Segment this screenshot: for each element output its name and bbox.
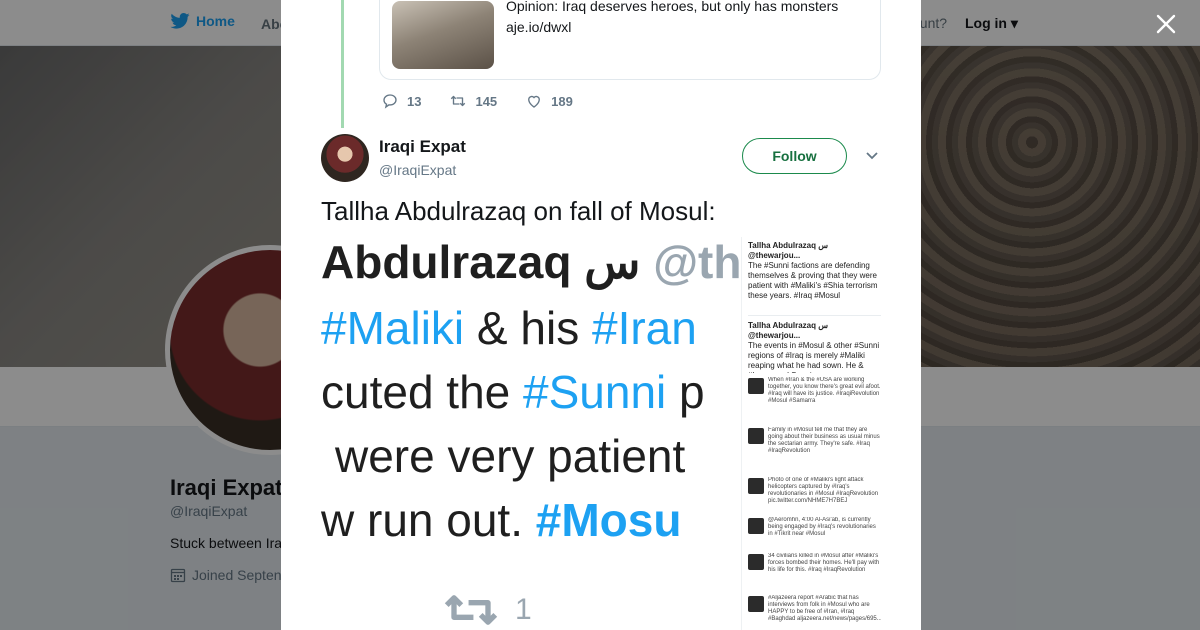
zoomed-retweet: 1 xyxy=(441,593,532,627)
small-tweet-avatar xyxy=(748,378,764,394)
tweet-image[interactable]: Abdulrazaq س @th #Maliki & his #Iran cut… xyxy=(321,237,881,630)
zoomed-line-2-tag: #Maliki xyxy=(321,302,465,354)
side-tweet-1-header: Tallha Abdulrazaq س @thewarjou... xyxy=(748,241,828,260)
follow-button[interactable]: Follow xyxy=(742,138,847,174)
zoomed-line-3: cuted the #Sunni p xyxy=(321,365,705,419)
zoomed-line-3-text: cuted the xyxy=(321,366,524,418)
side-tweet-2: Tallha Abdulrazaq س @thewarjou... The ev… xyxy=(748,321,881,373)
heart-icon xyxy=(528,95,541,108)
small-tweet-avatar xyxy=(748,554,764,570)
zoomed-line-2-text: & his xyxy=(464,302,592,354)
small-tweet-3: Photo of one of #Maliki's light attack h… xyxy=(748,477,881,517)
zoomed-line-5: w run out. #Mosu xyxy=(321,493,681,547)
small-tweet-5: 34 civilians killed in #Mosul after #Mal… xyxy=(748,553,881,589)
retweet-icon xyxy=(451,95,466,107)
zoomed-line-2: #Maliki & his #Iran xyxy=(321,301,697,355)
author-name[interactable]: Iraqi Expat xyxy=(379,136,466,158)
small-tweet-6-text: #Aljazeera report #Arabic that has inter… xyxy=(768,595,881,622)
side-tweet-2-body: The events in #Mosul & other #Sunni regi… xyxy=(748,341,880,373)
zoomed-retweet-icon xyxy=(444,595,498,625)
small-tweet-avatar xyxy=(748,428,764,444)
zoomed-retweet-count: 1 xyxy=(515,593,532,626)
retweet-count: 145 xyxy=(475,93,498,109)
zoomed-line-1: Abdulrazaq س @th xyxy=(321,237,741,289)
small-tweet-2: Family in #Mosul tell me that they are g… xyxy=(748,427,881,467)
link-preview-card[interactable]: Opinion: Iraq deserves heroes, but only … xyxy=(379,0,881,80)
link-preview-title: Opinion: Iraq deserves heroes, but only … xyxy=(506,0,839,14)
divider xyxy=(748,315,881,316)
thread-connector-line xyxy=(341,0,344,128)
like-count: 189 xyxy=(551,93,573,109)
zoomed-line-4: were very patient xyxy=(335,429,685,483)
zoomed-line-1-text: Abdulrazaq س xyxy=(321,237,654,288)
zoomed-line-4-text: were very patient xyxy=(335,430,686,482)
previous-tweet-actions: 13 145 189 xyxy=(381,92,601,110)
small-tweet-1-text: When #Iran & the #USA are working togeth… xyxy=(768,377,881,404)
small-tweet-4: @Aeromhn, 4:00 Al-Asi'ab, is currently b… xyxy=(748,517,881,545)
zoomed-line-5-text: w run out. xyxy=(321,494,536,546)
chevron-down-icon[interactable] xyxy=(865,150,879,162)
reply-button[interactable]: 13 xyxy=(381,92,421,110)
zoomed-line-5-tag: #Mosu xyxy=(535,494,682,546)
tweet-author[interactable]: Iraqi Expat @IraqiExpat xyxy=(321,134,466,182)
reply-count: 13 xyxy=(407,93,422,109)
tweet-screenshot-column: Tallha Abdulrazaq س @thewarjou... The #S… xyxy=(741,237,881,630)
author-handle[interactable]: @IraqiExpat xyxy=(379,160,466,180)
zoomed-tweet-screenshot: Abdulrazaq س @th #Maliki & his #Iran cut… xyxy=(321,237,741,630)
small-tweet-5-text: 34 civilians killed in #Mosul after #Mal… xyxy=(768,553,880,573)
small-tweet-6: #Aljazeera report #Arabic that has inter… xyxy=(748,595,881,630)
reply-icon xyxy=(383,94,397,109)
like-button[interactable]: 189 xyxy=(525,92,573,110)
link-preview-url: aje.io/dwxl xyxy=(506,19,572,35)
small-tweet-avatar xyxy=(748,518,764,534)
tweet-modal: Opinion: Iraq deserves heroes, but only … xyxy=(281,0,921,630)
side-tweet-2-header: Tallha Abdulrazaq س @thewarjou... xyxy=(748,321,828,340)
zoomed-line-2-tag2: #Iran xyxy=(591,302,697,354)
small-tweet-avatar xyxy=(748,478,764,494)
zoomed-line-3-tag: #Sunni xyxy=(523,366,667,418)
small-tweet-2-text: Family in #Mosul tell me that they are g… xyxy=(768,427,880,454)
retweet-button[interactable]: 145 xyxy=(449,92,497,110)
link-preview-thumbnail xyxy=(392,1,494,69)
side-tweet-1: Tallha Abdulrazaq س @thewarjou... The #S… xyxy=(748,241,881,313)
side-tweet-1-body: The #Sunni factions are defending themse… xyxy=(748,261,878,300)
tweet-text: Tallha Abdulrazaq on fall of Mosul: xyxy=(321,196,716,226)
zoomed-line-3-tail: p xyxy=(666,366,705,418)
small-tweet-4-text: @Aeromhn, 4:00 Al-Asi'ab, is currently b… xyxy=(768,517,876,537)
author-avatar[interactable] xyxy=(321,134,369,182)
small-tweet-1: When #Iran & the #USA are working togeth… xyxy=(748,377,881,417)
small-tweet-avatar xyxy=(748,596,764,612)
zoomed-line-1-handle: @th xyxy=(653,237,741,288)
small-tweet-3-text: Photo of one of #Maliki's light attack h… xyxy=(768,477,879,504)
close-icon[interactable] xyxy=(1155,13,1177,35)
